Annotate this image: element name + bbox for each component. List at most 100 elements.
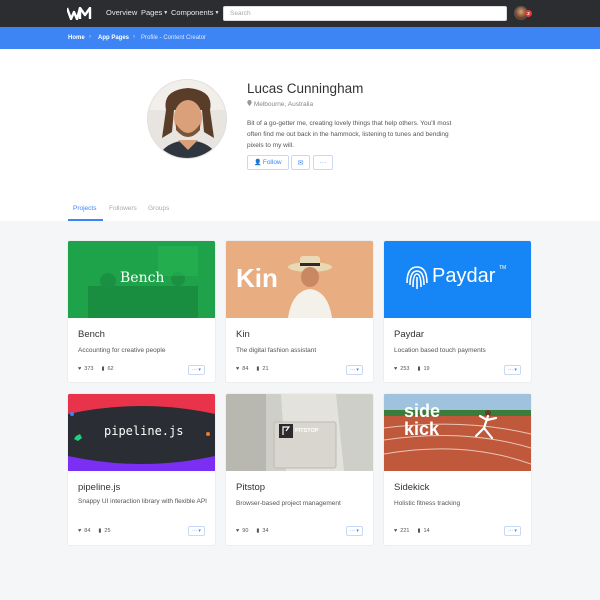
location-label: Melbourne, Australia	[253, 101, 314, 108]
logo-icon[interactable]	[67, 7, 93, 20]
project-description: Holistic fitness tracking	[394, 500, 461, 507]
comments-count: 62	[107, 366, 114, 372]
caret-down-icon: ▼	[214, 10, 220, 16]
profile-bio: Bit of a go-getter me, creating lovely t…	[247, 120, 452, 149]
comments-count: 19	[423, 366, 430, 372]
nav-pages-label: Pages	[141, 8, 163, 17]
likes-stat: ♥ 253	[394, 366, 409, 372]
project-card-sidekick[interactable]: side kick Sidekick Holistic fitness trac…	[384, 394, 531, 545]
tab-projects[interactable]: Projects	[73, 205, 96, 212]
project-card-pitstop[interactable]: PITSTOP Pitstop Browser-based project ma…	[226, 394, 373, 545]
project-card-pipeline[interactable]: pipeline.js pipeline.js Snappy UI intera…	[68, 394, 215, 545]
heart-icon: ♥	[394, 366, 398, 372]
likes-count: 253	[400, 366, 410, 372]
breadcrumb: Home › App Pages › Profile - Content Cre…	[0, 27, 600, 49]
project-image-pitstop: PITSTOP	[226, 394, 373, 471]
project-stats: ♥ 84 ▮ 21	[236, 366, 269, 372]
project-title: Bench	[78, 329, 105, 340]
project-image-kin: Kin	[226, 241, 373, 318]
comment-icon: ▮	[256, 528, 260, 534]
pipeline-logo-text: pipeline.js	[104, 424, 184, 438]
follow-button[interactable]: 👤 Follow	[247, 155, 289, 170]
heart-icon: ♥	[236, 366, 240, 372]
project-description: Snappy UI interaction library with flexi…	[78, 498, 207, 505]
likes-stat: ♥ 90	[236, 528, 248, 534]
likes-count: 373	[84, 366, 94, 372]
likes-stat: ♥ 373	[78, 366, 93, 372]
heart-icon: ♥	[394, 528, 398, 534]
top-navbar: Overview Pages▼ Components▼ 2	[0, 0, 600, 27]
project-card-kin[interactable]: Kin Kin The digital fashion assistant ♥ 8…	[226, 241, 373, 382]
message-button[interactable]: ✉	[291, 155, 310, 170]
project-stats: ♥ 221 ▮ 14	[394, 528, 430, 534]
card-menu-button[interactable]: ··· ▾	[188, 526, 205, 536]
comment-icon: ▮	[417, 366, 421, 372]
likes-stat: ♥ 84	[78, 528, 90, 534]
project-image-bench: Bench	[68, 241, 215, 318]
trademark-mark: TM	[499, 265, 507, 271]
comment-icon: ▮	[98, 528, 102, 534]
project-description: Location based touch payments	[394, 347, 486, 354]
search-input[interactable]	[223, 6, 507, 21]
breadcrumb-home[interactable]: Home	[68, 35, 85, 41]
project-image-sidekick: side kick	[384, 394, 531, 471]
comment-icon: ▮	[256, 366, 260, 372]
project-card-bench[interactable]: Bench Bench Accounting for creative peop…	[68, 241, 215, 382]
project-stats: ♥ 253 ▮ 19	[394, 366, 430, 372]
project-card-paydar[interactable]: Paydar TM Paydar Location based touch pa…	[384, 241, 531, 382]
nav-components[interactable]: Components▼	[171, 8, 219, 17]
caret-down-icon: ▼	[163, 10, 169, 16]
paydar-logo-text: Paydar	[432, 265, 496, 287]
profile-location: Melbourne, Australia	[247, 100, 313, 108]
heart-icon: ♥	[78, 366, 82, 372]
nav-components-label: Components	[171, 8, 214, 17]
likes-count: 221	[400, 528, 410, 534]
card-menu-button[interactable]: ··· ▾	[504, 365, 521, 375]
project-description: The digital fashion assistant	[236, 347, 317, 354]
project-description: Browser-based project management	[236, 500, 341, 507]
profile-name: Lucas Cunningham	[247, 81, 364, 96]
follow-label: Follow	[262, 159, 282, 166]
profile-header: Lucas Cunningham Melbourne, Australia Bi…	[0, 49, 600, 221]
likes-stat: ♥ 84	[236, 366, 248, 372]
kin-logo-text: Kin	[236, 263, 278, 293]
profile-avatar	[147, 79, 227, 159]
sidekick-logo-text: side kick	[404, 401, 441, 439]
comments-stat: ▮ 25	[98, 528, 110, 534]
chevron-right-icon: ›	[89, 34, 91, 40]
card-menu-button[interactable]: ··· ▾	[346, 526, 363, 536]
comments-count: 34	[262, 528, 269, 534]
heart-icon: ♥	[236, 528, 240, 534]
nav-overview[interactable]: Overview	[106, 8, 137, 17]
project-title: Paydar	[394, 329, 425, 340]
comment-icon: ▮	[417, 528, 421, 534]
notification-badge[interactable]: 2	[525, 10, 532, 17]
comments-count: 25	[104, 528, 111, 534]
tab-groups[interactable]: Groups	[148, 205, 169, 212]
card-menu-button[interactable]: ··· ▾	[346, 365, 363, 375]
likes-count: 84	[84, 528, 91, 534]
heart-icon: ♥	[78, 528, 82, 534]
breadcrumb-current: Profile - Content Creator	[141, 35, 207, 41]
bench-logo-text: Bench	[120, 270, 165, 286]
project-title: Kin	[236, 329, 250, 340]
active-tab-indicator	[68, 219, 103, 221]
comments-stat: ▮ 14	[417, 528, 429, 534]
project-stats: ♥ 373 ▮ 62	[78, 366, 114, 372]
breadcrumb-app-pages[interactable]: App Pages	[98, 35, 129, 41]
comments-stat: ▮ 21	[256, 366, 268, 372]
project-description: Accounting for creative people	[78, 347, 166, 354]
pitstop-logo-text: PITSTOP	[295, 428, 319, 434]
card-menu-button[interactable]: ··· ▾	[504, 526, 521, 536]
more-button[interactable]: ···	[313, 155, 333, 170]
project-title: Pitstop	[236, 482, 266, 493]
project-stats: ♥ 90 ▮ 34	[236, 528, 269, 534]
card-menu-button[interactable]: ··· ▾	[188, 365, 205, 375]
comment-icon: ▮	[101, 366, 105, 372]
tab-followers[interactable]: Followers	[109, 205, 137, 212]
chevron-right-icon: ›	[133, 34, 135, 40]
nav-pages[interactable]: Pages▼	[141, 8, 168, 17]
comments-count: 14	[423, 528, 430, 534]
likes-count: 84	[242, 366, 249, 372]
comments-stat: ▮ 19	[417, 366, 429, 372]
